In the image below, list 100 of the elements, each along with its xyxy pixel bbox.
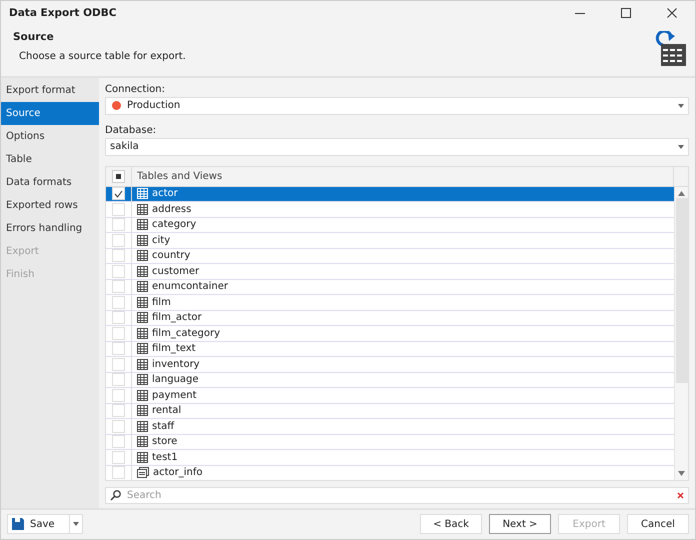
caret-icon — [678, 144, 684, 149]
row-checkbox[interactable] — [112, 404, 125, 418]
row-checkbox[interactable] — [112, 296, 125, 309]
table-row[interactable]: customer — [106, 264, 674, 280]
table-name: film_text — [151, 342, 196, 356]
table-icon — [137, 374, 148, 386]
row-checkbox[interactable] — [112, 388, 125, 402]
save-button[interactable]: Save — [7, 514, 70, 534]
table-row[interactable]: country — [106, 248, 674, 264]
table-row[interactable]: test1 — [106, 450, 674, 466]
table-icon — [137, 250, 148, 262]
row-checkbox[interactable] — [112, 218, 125, 232]
wizard-step[interactable]: Errors handling — [1, 216, 99, 240]
table-name: film — [151, 296, 171, 310]
connection-dropdown[interactable]: Production — [105, 96, 689, 115]
wizard-step[interactable]: Options — [1, 124, 99, 148]
table-icon — [137, 358, 148, 370]
wizard-step[interactable]: Exported rows — [1, 194, 99, 217]
table-name: actor_info — [152, 466, 203, 480]
table-name: payment — [151, 388, 197, 403]
table-icon — [137, 343, 148, 354]
row-checkbox[interactable] — [112, 466, 125, 480]
wizard-button[interactable]: < Back — [420, 514, 482, 534]
close-icon[interactable] — [667, 8, 677, 18]
search-icon — [110, 490, 121, 501]
table-name: rental — [151, 404, 182, 418]
table-row[interactable]: address — [106, 202, 674, 218]
scrollbar-thumb[interactable] — [676, 198, 688, 383]
table-row[interactable]: film_actor — [106, 310, 674, 326]
wizard-step[interactable]: Table — [1, 148, 99, 171]
select-all-checkbox[interactable] — [112, 170, 125, 183]
table-icon — [137, 390, 148, 401]
table-row[interactable]: category — [106, 218, 674, 234]
table-row[interactable]: language — [106, 372, 674, 388]
maximize-icon[interactable] — [621, 8, 631, 18]
table-icon — [137, 405, 148, 416]
table-row[interactable]: city — [106, 233, 674, 249]
table-icon — [137, 452, 148, 463]
row-checkbox[interactable] — [112, 264, 125, 278]
table-icon — [137, 296, 148, 308]
table-row[interactable]: film_category — [106, 326, 674, 342]
table-name: film_actor — [151, 311, 202, 326]
table-icon — [137, 219, 148, 230]
search-field[interactable]: Search — [127, 490, 671, 501]
row-checkbox[interactable] — [112, 187, 125, 200]
page-title: Source — [13, 31, 55, 43]
caret-icon — [72, 522, 79, 526]
database-dropdown[interactable]: sakila — [105, 138, 689, 156]
row-checkbox[interactable] — [112, 234, 125, 247]
table-icon — [137, 266, 148, 277]
row-checkbox[interactable] — [112, 311, 125, 324]
row-checkbox[interactable] — [112, 342, 125, 356]
table-name: inventory — [151, 358, 200, 372]
connection-label: Connection: — [105, 84, 166, 95]
table-icon — [137, 281, 148, 292]
table-icon — [137, 312, 148, 324]
page-subtitle: Choose a source table for export. — [19, 51, 187, 62]
table-name: store — [151, 435, 178, 450]
table-icon — [137, 328, 148, 339]
table-name: address — [151, 202, 192, 217]
table-name: enumcontainer — [151, 280, 228, 294]
table-icon — [137, 436, 148, 448]
table-icon — [137, 204, 148, 215]
row-checkbox[interactable] — [112, 249, 125, 262]
table-row[interactable]: film — [106, 295, 674, 311]
table-row[interactable]: actor_info — [106, 466, 674, 480]
table-name: actor — [151, 187, 178, 202]
table-row[interactable]: payment — [106, 388, 674, 404]
wizard-step[interactable]: Data formats — [1, 170, 99, 194]
table-name: language — [151, 373, 199, 388]
table-icon — [137, 234, 148, 246]
row-checkbox[interactable] — [112, 373, 125, 386]
save-dropdown-button[interactable] — [68, 514, 83, 534]
wizard-button[interactable]: Cancel — [627, 514, 689, 534]
table-name: country — [151, 249, 190, 264]
clear-icon[interactable] — [677, 492, 684, 499]
row-checkbox[interactable] — [112, 326, 125, 340]
table-row[interactable]: actor — [106, 186, 674, 202]
table-icon — [137, 420, 148, 432]
table-row[interactable]: store — [106, 434, 674, 450]
table-row[interactable]: staff — [106, 419, 674, 435]
row-checkbox[interactable] — [112, 280, 125, 294]
table-name: category — [151, 218, 196, 232]
wizard-step[interactable]: Export format — [1, 78, 99, 102]
table-name: film_category — [151, 326, 220, 341]
scroll-down-icon[interactable] — [678, 470, 685, 476]
search-box[interactable]: Search — [105, 486, 689, 504]
table-row[interactable]: film_text — [106, 342, 674, 358]
wizard-step[interactable]: Source — [1, 102, 99, 125]
row-checkbox[interactable] — [112, 435, 125, 448]
row-checkbox[interactable] — [112, 420, 125, 433]
caret-icon — [678, 104, 684, 108]
table-row[interactable]: enumcontainer — [106, 280, 674, 296]
table-row[interactable]: inventory — [106, 357, 674, 373]
row-checkbox[interactable] — [112, 202, 125, 216]
row-checkbox[interactable] — [112, 450, 125, 464]
row-checkbox[interactable] — [112, 358, 125, 371]
wizard-button[interactable]: Next > — [489, 514, 551, 534]
table-row[interactable]: rental — [106, 404, 674, 420]
window-title: Data Export ODBC — [9, 7, 118, 19]
